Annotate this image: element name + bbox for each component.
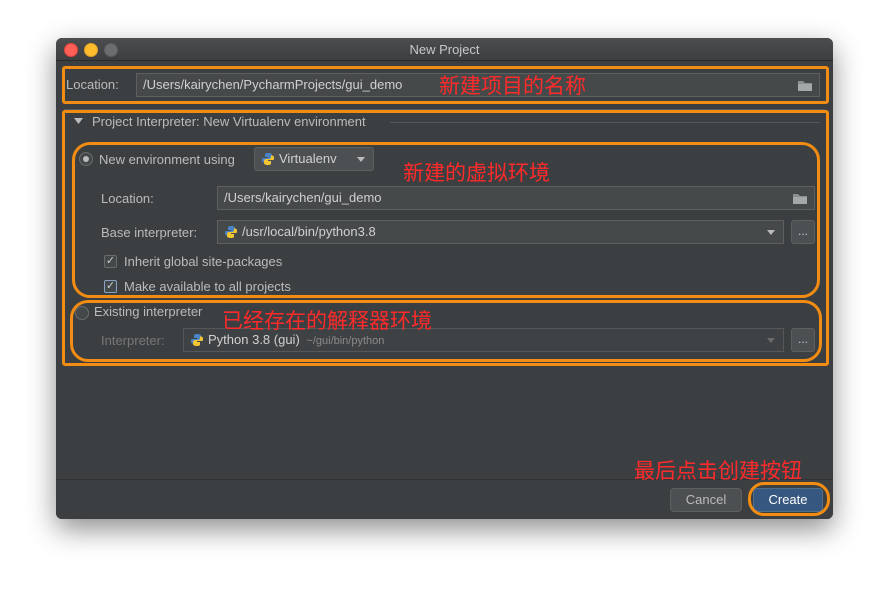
title-bar: New Project (56, 38, 833, 61)
annotation-existing-interpreter: 已经存在的解释器环境 (222, 309, 432, 333)
dialog-footer: Cancel Create (56, 479, 833, 519)
cancel-button[interactable]: Cancel (670, 488, 742, 512)
existing-interpreter-highlight (70, 300, 822, 362)
new-project-dialog: New Project Location: /Users/kairychen/P… (56, 38, 833, 519)
create-button-highlight (748, 482, 830, 516)
window-title: New Project (409, 42, 480, 57)
annotation-project-name: 新建项目的名称 (439, 74, 586, 98)
annotation-create: 最后点击创建按钮 (634, 459, 802, 483)
annotation-new-environment: 新建的虚拟环境 (403, 161, 550, 185)
